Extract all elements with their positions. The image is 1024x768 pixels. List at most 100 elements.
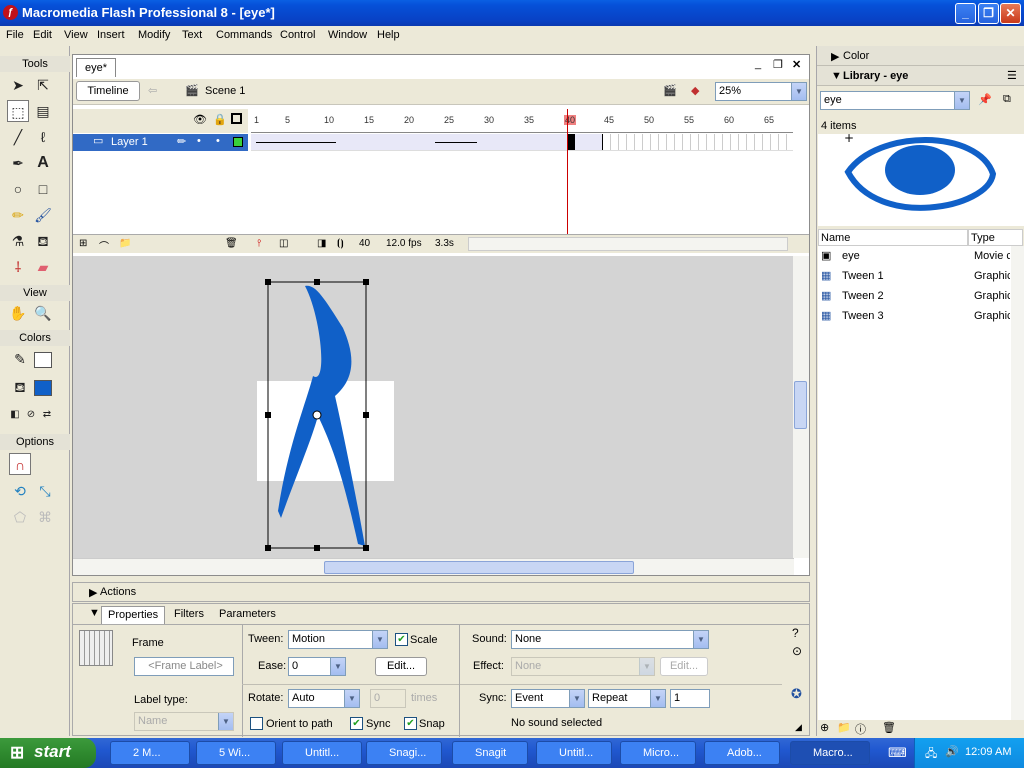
sync-event-select[interactable]: Event ▼ (511, 689, 585, 708)
menu-edit[interactable]: Edit (33, 29, 52, 41)
stage-vertical-scrollbar[interactable] (793, 256, 809, 558)
menu-file[interactable]: File (6, 29, 24, 41)
pen-tool-icon[interactable]: ✒ (7, 152, 29, 174)
menu-insert[interactable]: Insert (97, 29, 125, 41)
center-frame-icon[interactable]: ⫯ (257, 238, 261, 249)
new-library-panel-icon[interactable]: ⧉ (1003, 93, 1011, 106)
menu-commands[interactable]: Commands (216, 29, 272, 41)
orient-checkbox[interactable] (250, 717, 263, 730)
ink-bottle-tool-icon[interactable]: ⚗ (7, 230, 29, 252)
eye-symbol-instance[interactable] (73, 256, 794, 558)
new-folder-icon[interactable]: 📁 (837, 721, 851, 734)
add-folder-icon[interactable]: 📁 (119, 238, 131, 249)
edit-scene-icon[interactable]: 🎬 (663, 84, 677, 97)
text-tool-icon[interactable]: A (32, 152, 54, 174)
taskbar-item[interactable]: Snagi... (366, 741, 442, 765)
eye-icon[interactable]: 👁 (193, 113, 207, 126)
list-item[interactable]: ▦ Tween 2 Graphic (818, 286, 1010, 306)
new-symbol-icon[interactable]: ⊕ (820, 721, 829, 734)
delete-icon[interactable]: 🗑 (882, 721, 896, 734)
fill-color-swatch[interactable] (34, 380, 52, 396)
menu-text[interactable]: Text (182, 29, 202, 41)
snap-to-objects-icon[interactable]: ∩ (9, 453, 31, 475)
help-icon[interactable]: ? (792, 626, 799, 640)
taskbar-item[interactable]: 5 Wi... (196, 741, 276, 765)
scale-checkbox[interactable]: ✔ (395, 633, 408, 646)
tab-parameters[interactable]: Parameters (219, 606, 276, 624)
sync-checkbox[interactable]: ✔ (350, 717, 363, 730)
menu-modify[interactable]: Modify (138, 29, 170, 41)
menu-help[interactable]: Help (377, 29, 400, 41)
oval-tool-icon[interactable]: ○ (7, 178, 29, 200)
outline-icon[interactable] (231, 113, 242, 124)
scale-icon[interactable]: ⤡ (34, 480, 56, 502)
list-item[interactable]: ▣ eye Movie c (818, 246, 1010, 266)
onion-skin-icon[interactable]: ◫ (279, 238, 288, 249)
list-item[interactable]: ▦ Tween 3 Graphic (818, 306, 1010, 326)
actions-panel-header[interactable]: ▶ Actions (72, 582, 810, 602)
delete-layer-icon[interactable]: 🗑 (225, 238, 238, 249)
keyboard-icon[interactable]: ⌨ (888, 745, 907, 761)
tween-select[interactable]: Motion ▼ (288, 630, 388, 649)
edit-multiple-icon[interactable]: ◨ (317, 238, 326, 249)
maximize-button[interactable]: ❐ (978, 3, 999, 24)
tab-properties[interactable]: Properties (101, 606, 166, 624)
add-guide-icon[interactable]: ⌒ (99, 238, 109, 253)
minimize-button[interactable]: _ (955, 3, 976, 24)
layer-row[interactable]: ▭ Layer 1 ✏ • • (73, 134, 248, 151)
eyedropper-tool-icon[interactable]: ⸸ (7, 256, 29, 278)
doc-minimize-button[interactable]: _ (755, 58, 761, 70)
taskbar-item[interactable]: Micro... (620, 741, 696, 765)
taskbar-item[interactable]: Adob... (704, 741, 780, 765)
lasso-tool-icon[interactable]: ℓ (32, 126, 54, 148)
hand-tool-icon[interactable]: ✋ (7, 302, 29, 324)
lock-dot[interactable]: • (216, 135, 220, 147)
close-button[interactable]: ✕ (1000, 3, 1021, 24)
lock-icon[interactable]: 🔒 (213, 113, 227, 126)
panel-menu-icon[interactable]: ☰ (1007, 69, 1017, 82)
ease-input[interactable]: 0 ▼ (288, 657, 346, 676)
tween-edit-button[interactable]: Edit... (375, 657, 427, 676)
column-type-header[interactable]: Type (968, 229, 1023, 246)
stage-area[interactable] (73, 256, 794, 558)
frame-ruler[interactable]: 1 5 10 15 20 25 30 35 40 45 50 55 60 65 (251, 109, 793, 133)
rotate-skew-icon[interactable]: ⟲ (9, 480, 31, 502)
timeline-toggle-button[interactable]: Timeline (76, 81, 140, 101)
zoom-tool-icon[interactable]: 🔍 (32, 302, 54, 324)
zoom-select[interactable]: 25% ▼ (715, 82, 807, 101)
pin-library-icon[interactable]: 📌 (978, 93, 992, 106)
menu-control[interactable]: Control (280, 29, 315, 41)
playhead[interactable] (567, 109, 568, 234)
library-scrollbar[interactable] (1011, 246, 1024, 720)
doc-restore-button[interactable]: ❐ (773, 58, 783, 71)
scroll-thumb[interactable] (324, 561, 634, 574)
taskbar-item-active[interactable]: Macro... (790, 741, 870, 765)
properties-icon[interactable]: ⓘ (855, 721, 866, 737)
sound-select[interactable]: None ▼ (511, 630, 709, 649)
collapse-icon[interactable]: ◢ (795, 722, 802, 733)
taskbar-item[interactable]: 2 M... (110, 741, 190, 765)
timeline-scrollbar[interactable] (468, 237, 788, 251)
rotate-select[interactable]: Auto ▼ (288, 689, 360, 708)
outline-color-swatch[interactable] (233, 137, 243, 147)
rectangle-tool-icon[interactable]: □ (32, 178, 54, 200)
visibility-dot[interactable]: • (197, 135, 201, 147)
tab-filters[interactable]: Filters (174, 606, 204, 624)
network-icon[interactable]: 🖧 (925, 745, 937, 764)
taskbar-item[interactable]: Untitl... (536, 741, 612, 765)
stroke-color-swatch[interactable] (34, 352, 52, 368)
repeat-select[interactable]: Repeat ▼ (588, 689, 666, 708)
subselection-tool-icon[interactable]: ⇱ (32, 74, 54, 96)
repeat-count-input[interactable]: 1 (670, 689, 710, 708)
frame-label-input[interactable]: <Frame Label> (134, 657, 234, 676)
line-tool-icon[interactable]: ╱ (7, 126, 29, 148)
snap-checkbox[interactable]: ✔ (404, 717, 417, 730)
brush-tool-icon[interactable]: 🖌 (32, 204, 54, 226)
document-tab[interactable]: eye* (76, 58, 116, 77)
volume-icon[interactable]: 🔊 (945, 745, 959, 758)
accessibility-icon[interactable]: ✪ (791, 686, 802, 702)
swap-colors-icon[interactable]: ⇄ (36, 404, 58, 426)
taskbar-item[interactable]: Snagit (452, 741, 528, 765)
paint-bucket-tool-icon[interactable]: ⛾ (32, 230, 54, 252)
eraser-tool-icon[interactable]: ▰ (32, 256, 54, 278)
